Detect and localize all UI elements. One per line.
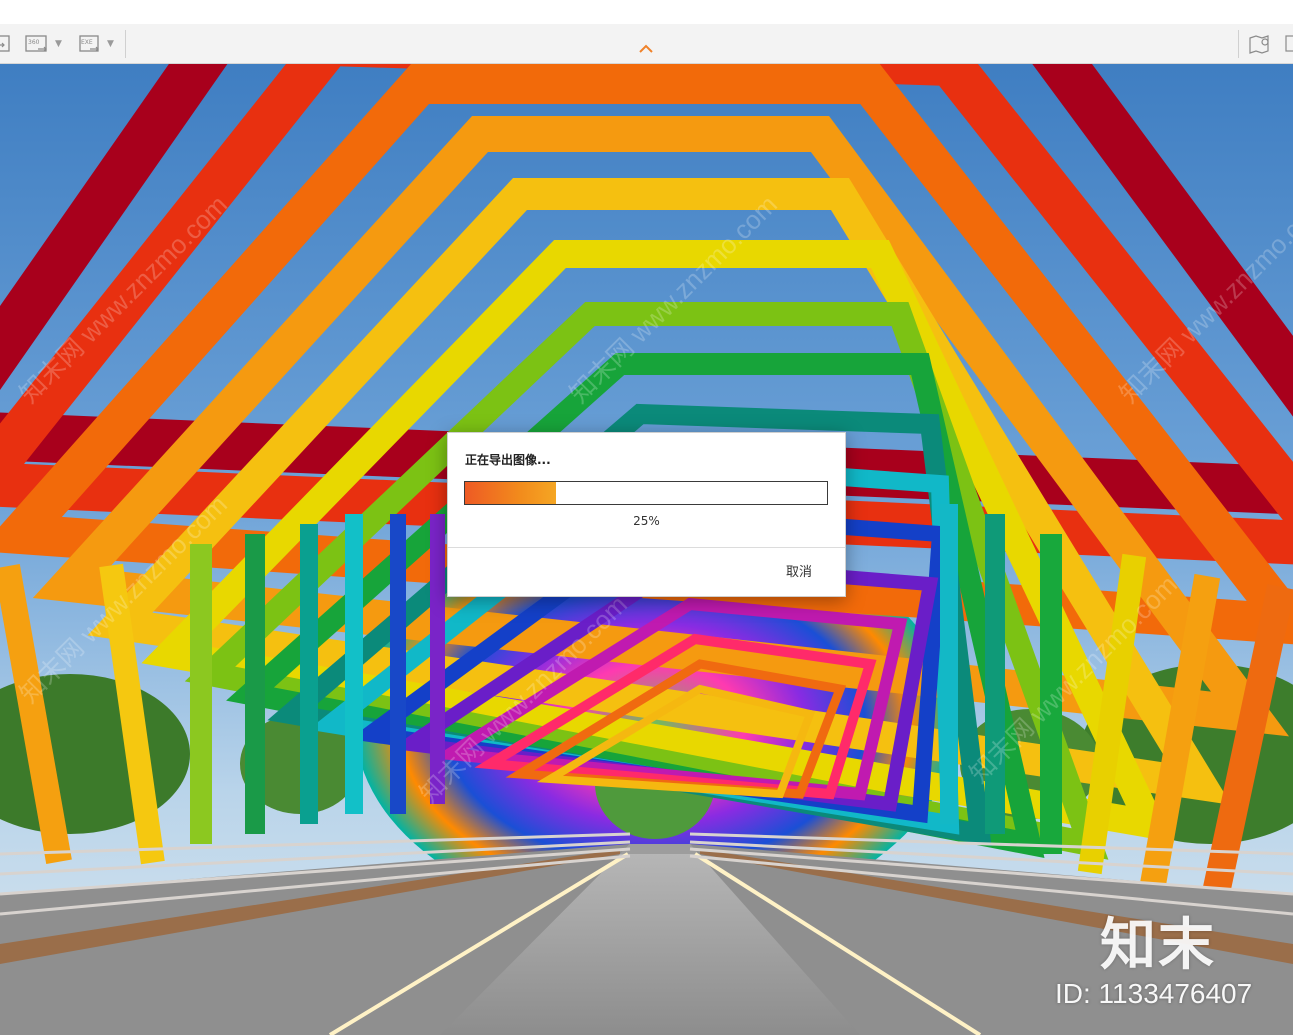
progress-bar (464, 481, 828, 505)
overflow-button[interactable] (1284, 31, 1293, 57)
progress-bar-fill (465, 482, 556, 504)
map-pin-icon (1249, 35, 1269, 54)
watermark-id: ID: 1133476407 (1055, 978, 1253, 1009)
exe-export-icon: EXE (79, 35, 99, 52)
watermark-logo: 知末 (1100, 913, 1216, 978)
export-progress-dialog: 正在导出图像... 25% 取消 (447, 432, 846, 597)
map-view-button[interactable] (1248, 31, 1274, 57)
image-export-icon (0, 35, 10, 52)
export-360-button[interactable]: 360 ▼ (24, 31, 62, 57)
toolbar-divider (125, 30, 126, 58)
svg-text:EXE: EXE (81, 39, 93, 46)
dialog-title: 正在导出图像... (465, 453, 551, 467)
export-exe-button[interactable]: EXE ▼ (78, 31, 114, 57)
progress-percent-label: 25% (633, 514, 660, 528)
panel-icon (1285, 35, 1293, 52)
panorama-360-icon: 360 (25, 35, 47, 52)
dialog-divider (448, 547, 845, 548)
export-2d-button[interactable] (0, 31, 12, 57)
chevron-down-icon[interactable]: ▼ (107, 39, 114, 49)
title-strip (0, 0, 1293, 25)
chevron-down-icon[interactable]: ▼ (55, 39, 62, 49)
svg-text:360: 360 (28, 39, 40, 46)
cancel-button[interactable]: 取消 (770, 562, 828, 584)
toolbar-divider (1238, 30, 1239, 58)
collapse-toolbar-icon[interactable] (636, 41, 656, 57)
